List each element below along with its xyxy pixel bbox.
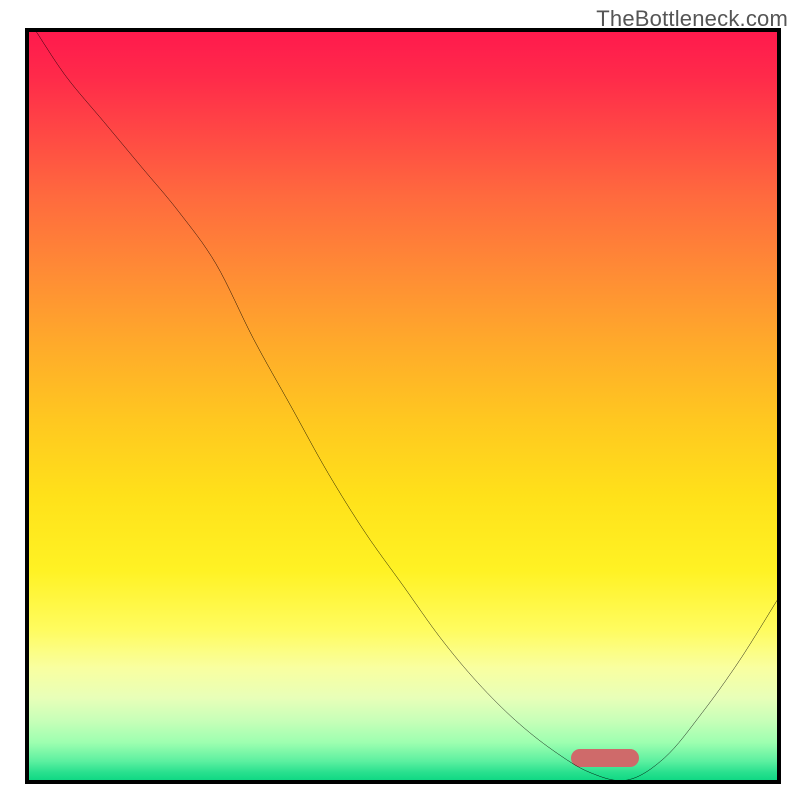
chart-container: TheBottleneck.com	[0, 0, 800, 800]
watermark-text: TheBottleneck.com	[596, 6, 788, 32]
bottleneck-curve	[29, 32, 777, 780]
curve-path	[36, 32, 777, 780]
plot-area	[25, 28, 781, 784]
